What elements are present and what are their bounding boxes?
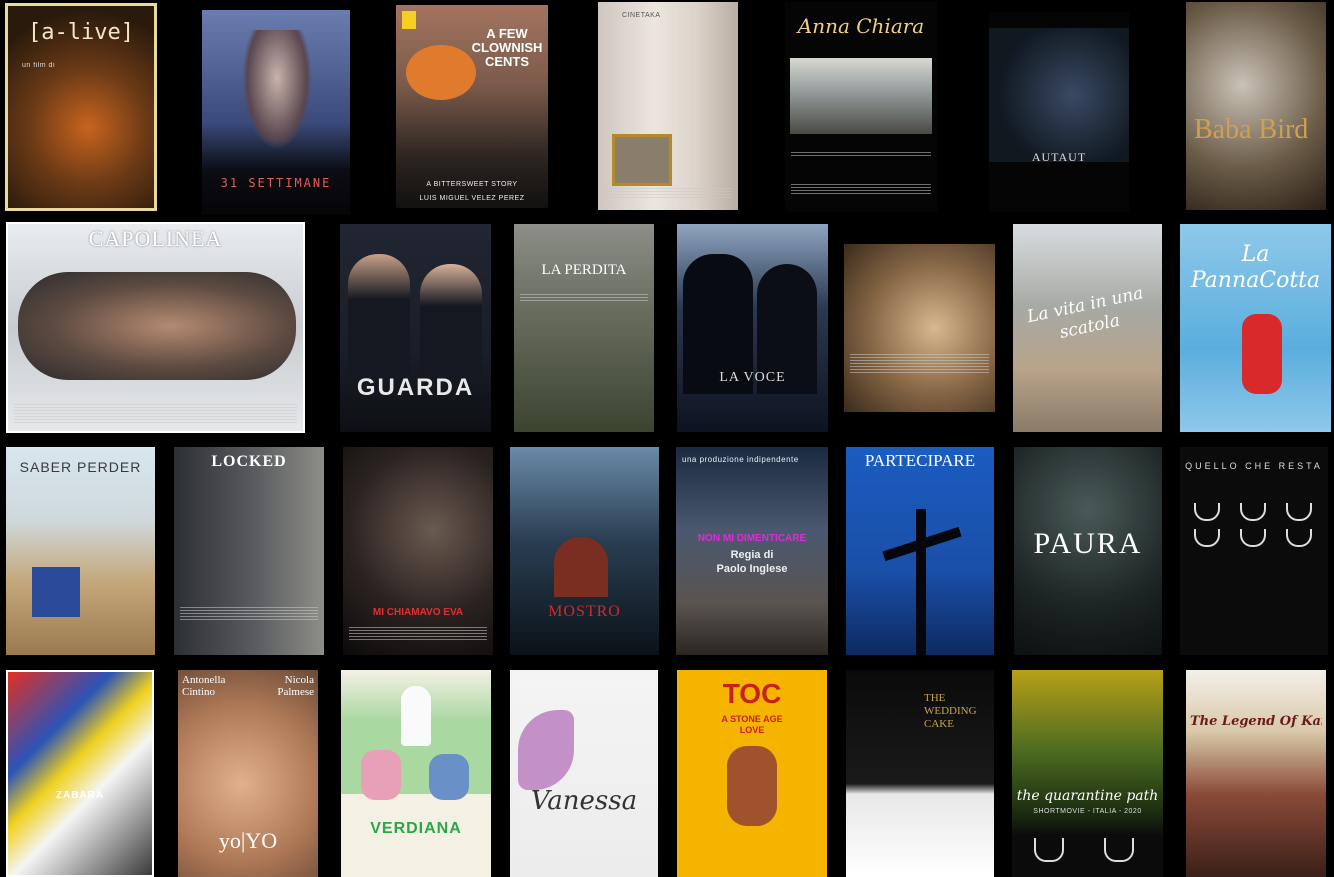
poster-director: Regia di [730,549,774,561]
poster-grid: [a-live] un film di 31 SETTIMANE A FEW C… [0,0,1334,877]
poster-untitled-woman[interactable] [844,244,995,412]
poster-credit: LUIS MIGUEL VÉLEZ PÉREZ [419,195,525,202]
poster-title: Anna Chiara [797,14,925,38]
poster-title: THE WEDDING CAKE [924,692,977,730]
poster-subtitle: A STONE AGE LOVE [721,714,783,735]
poster-la-vita-in-una-scatola[interactable]: La vita in una scatola [1013,224,1162,432]
poster-title: LA VOCE [719,370,786,385]
poster-the-legend-of-kaira[interactable]: The Legend Of Kaira [1186,670,1326,877]
poster-vanessa[interactable]: Vanessa [510,670,658,877]
poster-director-name: Paolo Inglese [716,563,788,575]
poster-title: QUELLO CHE RESTA [1185,461,1323,471]
poster-title: PARTECIPARE [864,451,976,470]
poster-title: ZABARA [55,790,105,801]
poster-title: Baba Bird [1194,114,1309,145]
poster-title: GUARDA [356,374,475,401]
poster-baba-bird[interactable]: Baba Bird [1186,2,1326,210]
poster-a-live[interactable]: [a-live] un film di [5,3,157,211]
poster-the-quarantine-path[interactable]: the quarantine path SHORTMOVIE - ITALIA … [1012,670,1163,877]
poster-title: TOC [722,678,782,709]
poster-guarda[interactable]: GUARDA [340,224,491,432]
poster-title: PAURA [1033,527,1143,560]
poster-title: yo|YO [218,828,278,853]
poster-verdiana[interactable]: VERDIANA [341,670,491,877]
poster-autaut[interactable]: AUTAUT [989,12,1129,212]
poster-partecipare[interactable]: PARTECIPARE [846,447,994,655]
poster-la-voce[interactable]: LA VOCE [677,224,828,432]
poster-title: 31 SETTIMANE [220,176,332,190]
poster-title: the quarantine path [1016,788,1159,804]
poster-title: MOSTRO [548,603,621,620]
poster-a-few-clownish-cents[interactable]: A FEW CLOWNISH CENTS A BITTERSWEET STORY… [396,5,548,208]
poster-mostro[interactable]: MOSTRO [510,447,659,655]
poster-capolinea[interactable]: CAPOLINEA [6,222,305,433]
poster-title: [a-live] [28,20,134,45]
poster-locked[interactable]: LOCKED [174,447,324,655]
poster-paura[interactable]: PAURA [1014,447,1162,655]
poster-subtitle: SHORTMOVIE - ITALIA - 2020 [1033,808,1142,815]
poster-31-settimane[interactable]: 31 SETTIMANE [202,10,350,215]
poster-subtitle: un film di [22,62,56,69]
poster-yoyo[interactable]: Antonella Cintino Nicola Palmese yo|YO [178,670,318,877]
poster-title: CAPOLINEA [88,226,223,251]
poster-title: LOCKED [211,453,287,470]
poster-anna-chiara[interactable]: Anna Chiara [785,2,937,212]
poster-zabara[interactable]: ZABARA [6,670,154,877]
poster-title: AUTAUT [1031,150,1087,164]
poster-toc[interactable]: TOC A STONE AGE LOVE [677,670,827,877]
poster-la-perdita[interactable]: LA PERDITA [514,224,654,432]
poster-title: NON MI DIMENTICARE [697,533,807,544]
poster-title: A FEW CLOWNISH CENTS [471,27,543,69]
poster-la-panna-cotta[interactable]: La PannaCotta [1180,224,1331,432]
poster-title: The Legend Of Kaira [1190,714,1322,729]
poster-title: SABER PERDER [19,459,142,475]
poster-the-wedding-cake[interactable]: THE WEDDING CAKE [846,670,994,877]
poster-title: VERDIANA [370,820,462,837]
poster-saber-perder[interactable]: SABER PERDER [6,447,155,655]
poster-mi-chiamavo-eva[interactable]: MI CHIAMAVO EVA [343,447,493,655]
poster-title: CINETAKA [622,12,661,19]
poster-quello-che-resta[interactable]: QUELLO CHE RESTA [1180,447,1328,655]
poster-cinetaka[interactable]: CINETAKA [598,2,738,210]
poster-title: La PannaCotta [1190,242,1321,293]
poster-actor2: Nicola Palmese [277,674,314,698]
poster-non-mi-dimenticare[interactable]: una produzione indipendente NON MI DIMEN… [676,447,828,655]
poster-tagline: A BITTERSWEET STORY [426,181,518,188]
poster-title: La vita in una scatola [1025,283,1146,343]
poster-title: MI CHIAMAVO EVA [372,607,464,618]
poster-title: Vanessa [530,786,638,816]
poster-top: una produzione indipendente [682,455,799,464]
poster-actor1: Antonella Cintino [182,674,226,698]
poster-title: LA PERDITA [541,262,627,278]
